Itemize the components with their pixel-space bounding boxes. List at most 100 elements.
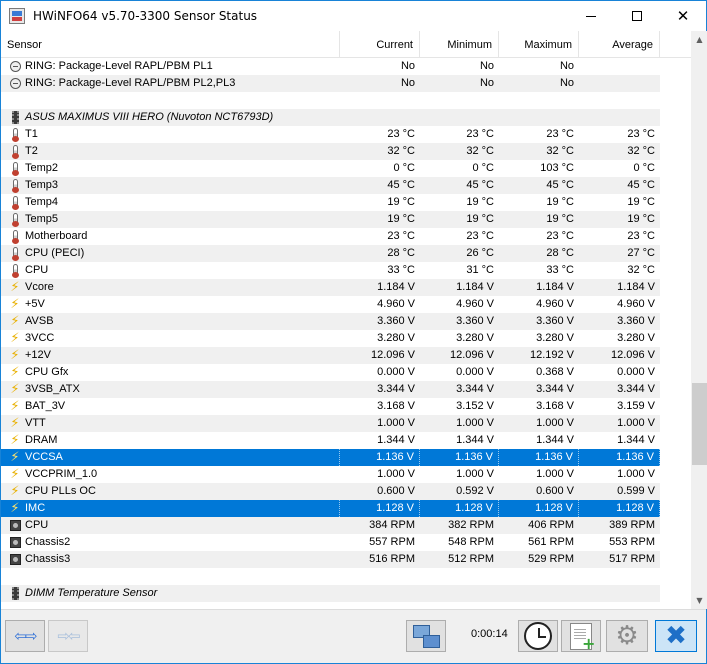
table-row[interactable]: ⚡ IMC 1.128 V 1.128 V 1.128 V 1.128 V (1, 500, 660, 517)
cell-maximum: No (559, 77, 574, 89)
network-computers-icon (412, 623, 440, 649)
table-row[interactable]: CPU 384 RPM 382 RPM 406 RPM 389 RPM (1, 517, 660, 534)
table-row[interactable]: ⚡ +5V 4.960 V 4.960 V 4.960 V 4.960 V (1, 296, 660, 313)
settings-button[interactable]: ⚙ (606, 620, 648, 652)
cell-average: 32 °C (627, 145, 655, 157)
close-x-icon: ✖ (665, 621, 687, 651)
table-row[interactable]: ⚡ 3VSB_ATX 3.344 V 3.344 V 3.344 V 3.344 V (1, 381, 660, 398)
table-row[interactable]: Temp2 0 °C 0 °C 103 °C 0 °C (1, 160, 660, 177)
cell-average: 1.128 V (579, 500, 660, 517)
table-row[interactable]: ⚡ DRAM 1.344 V 1.344 V 1.344 V 1.344 V (1, 432, 660, 449)
cell-average: 27 °C (627, 247, 655, 259)
cell-maximum: 3.344 V (536, 383, 574, 395)
cell-average: 1.136 V (579, 449, 660, 466)
sensor-group-row[interactable]: ASUS MAXIMUS VIII HERO (Nuvoton NCT6793D… (1, 109, 660, 126)
table-row[interactable]: ⚡ VCCSA 1.136 V 1.136 V 1.136 V 1.136 V (1, 449, 660, 466)
cell-sensor-name: RING: Package-Level RAPL/PBM PL1 (25, 60, 213, 72)
cell-maximum: 3.168 V (536, 400, 574, 412)
cell-current (340, 585, 420, 602)
scrollbar-thumb[interactable] (692, 383, 707, 465)
cell-minimum: 23 °C (466, 128, 494, 140)
add-report-icon (570, 622, 595, 653)
minimize-button[interactable] (568, 1, 614, 31)
sensor-table[interactable]: Sensor Current Minimum Maximum Average R… (1, 31, 691, 609)
table-row[interactable]: ⚡ 3VCC 3.280 V 3.280 V 3.280 V 3.280 V (1, 330, 660, 347)
cell-sensor-name: +5V (25, 298, 45, 310)
column-header-sensor[interactable]: Sensor (1, 31, 340, 58)
table-row[interactable]: ⚡ VTT 1.000 V 1.000 V 1.000 V 1.000 V (1, 415, 660, 432)
cell-average: 1.000 V (617, 417, 655, 429)
vertical-scrollbar[interactable]: ▲ ▼ (691, 31, 707, 609)
logging-start-button[interactable] (561, 620, 601, 653)
table-row[interactable]: Temp3 45 °C 45 °C 45 °C 45 °C (1, 177, 660, 194)
close-window-button[interactable]: ✕ (660, 1, 706, 31)
scroll-up-arrow-icon[interactable]: ▲ (691, 31, 707, 48)
table-row[interactable]: ⚡ CPU PLLs OC 0.600 V 0.592 V 0.600 V 0.599 V (1, 483, 660, 500)
column-header-minimum[interactable]: Minimum (420, 31, 499, 58)
cell-average: 12.096 V (610, 349, 655, 361)
cell-minimum: 1.184 V (456, 281, 494, 293)
table-row[interactable]: RING: Package-Level RAPL/PBM PL2,PL3 No No… (1, 75, 660, 92)
table-row[interactable]: ⚡ BAT_3V 3.168 V 3.152 V 3.168 V 3.159 V (1, 398, 660, 415)
cell-current (340, 92, 420, 109)
cell-current: 1.000 V (377, 468, 415, 480)
table-row[interactable]: Motherboard 23 °C 23 °C 23 °C 23 °C (1, 228, 660, 245)
cell-current: 23 °C (387, 128, 415, 140)
cell-sensor-name: Temp2 (25, 162, 59, 174)
sensor-group-row[interactable]: DIMM Temperature Sensor (1, 585, 660, 602)
maximize-button[interactable] (614, 1, 660, 31)
table-header: Sensor Current Minimum Maximum Average (1, 31, 691, 58)
cell-current: 28 °C (387, 247, 415, 259)
table-row[interactable]: ⚡ CPU Gfx 0.000 V 0.000 V 0.368 V 0.000 V (1, 364, 660, 381)
cell-minimum (420, 109, 499, 126)
cell-sensor-name: AVSB (25, 315, 54, 327)
hwinfo-app-icon (9, 8, 25, 24)
left-right-arrows-icon: ⇦⇨ (14, 627, 37, 645)
table-row[interactable]: T2 32 °C 32 °C 32 °C 32 °C (1, 143, 660, 160)
cell-minimum: 3.360 V (456, 315, 494, 327)
cell-sensor-name: Chassis2 (25, 536, 71, 548)
cell-sensor-name: BAT_3V (25, 400, 66, 412)
cell-current: 12.096 V (370, 349, 415, 361)
cell-current: 1.344 V (377, 434, 415, 446)
table-row[interactable]: Chassis3 516 RPM 512 RPM 529 RPM 517 RPM (1, 551, 660, 568)
table-row[interactable]: Chassis2 557 RPM 548 RPM 561 RPM 553 RPM (1, 534, 660, 551)
switch-layout-alt-button[interactable]: ⇨⇦ (48, 620, 88, 652)
cell-minimum: 32 °C (466, 145, 494, 157)
table-row[interactable]: T1 23 °C 23 °C 23 °C 23 °C (1, 126, 660, 143)
column-header-current[interactable]: Current (340, 31, 420, 58)
table-row[interactable]: RING: Package-Level RAPL/PBM PL1 No No No (1, 58, 660, 75)
cell-minimum: 0.000 V (456, 366, 494, 378)
table-row[interactable]: CPU (PECI) 28 °C 26 °C 28 °C 27 °C (1, 245, 660, 262)
table-row[interactable]: ⚡ VCCPRIM_1.0 1.000 V 1.000 V 1.000 V 1.000 V (1, 466, 660, 483)
cell-minimum (420, 92, 499, 109)
cell-sensor-name (1, 92, 340, 109)
cell-maximum: 1.000 V (536, 468, 574, 480)
cell-average: 23 °C (627, 128, 655, 140)
cell-average: 1.000 V (617, 468, 655, 480)
gear-icon: ⚙ (615, 621, 639, 651)
cell-average: 3.159 V (617, 400, 655, 412)
cell-sensor-name: CPU (25, 519, 49, 531)
scroll-down-arrow-icon[interactable]: ▼ (691, 592, 707, 609)
reset-timer-button[interactable] (518, 620, 558, 652)
cell-current: 23 °C (387, 230, 415, 242)
cell-current: 516 RPM (369, 553, 415, 565)
table-row[interactable]: Temp4 19 °C 19 °C 19 °C 19 °C (1, 194, 660, 211)
title-bar[interactable]: HWiNFO64 v5.70-3300 Sensor Status ✕ (1, 1, 706, 31)
cell-average (579, 75, 660, 92)
cell-minimum: 31 °C (466, 264, 494, 276)
cell-current: 3.280 V (377, 332, 415, 344)
network-sensors-button[interactable] (406, 620, 446, 652)
close-sensors-button[interactable]: ✖ (655, 620, 697, 652)
column-header-maximum[interactable]: Maximum (499, 31, 579, 58)
table-row[interactable]: ⚡ +12V 12.096 V 12.096 V 12.192 V 12.096 V (1, 347, 660, 364)
cell-sensor-name: VCCPRIM_1.0 (25, 468, 98, 480)
table-row[interactable]: CPU 33 °C 31 °C 33 °C 32 °C (1, 262, 660, 279)
table-row[interactable]: ⚡ Vcore 1.184 V 1.184 V 1.184 V 1.184 V (1, 279, 660, 296)
table-row[interactable]: Temp5 19 °C 19 °C 19 °C 19 °C (1, 211, 660, 228)
column-header-average[interactable]: Average (579, 31, 660, 58)
cell-minimum: 3.344 V (456, 383, 494, 395)
table-row[interactable]: ⚡ AVSB 3.360 V 3.360 V 3.360 V 3.360 V (1, 313, 660, 330)
switch-layout-button[interactable]: ⇦⇨ (5, 620, 45, 652)
